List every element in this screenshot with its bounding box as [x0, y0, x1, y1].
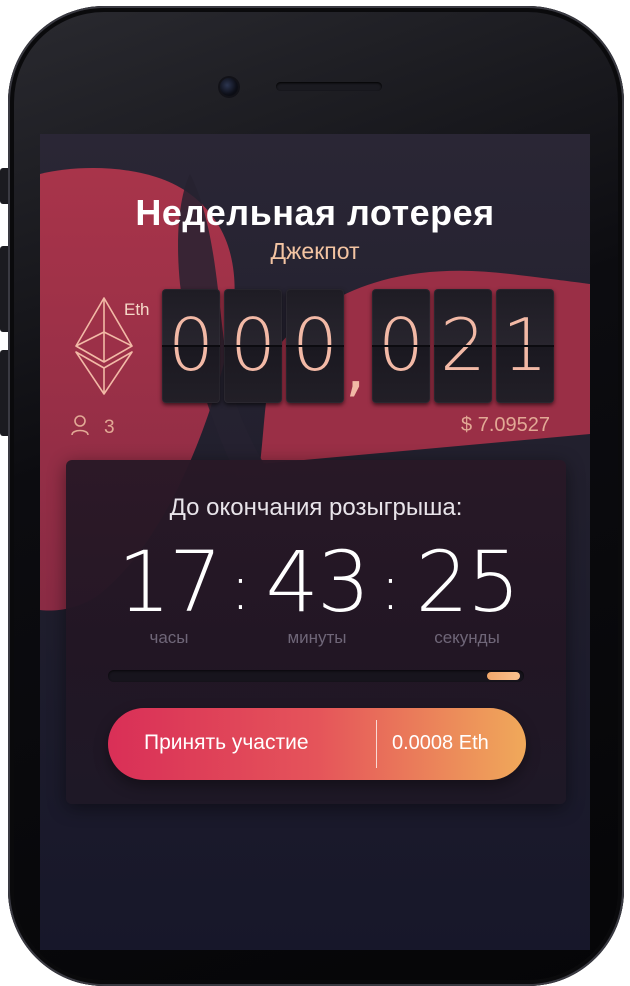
participants-value: 3	[104, 417, 115, 438]
jackpot-digit: 0	[286, 289, 344, 403]
button-divider	[376, 720, 377, 768]
jackpot-digit: 0	[372, 289, 430, 403]
currency-label: Eth	[124, 300, 150, 319]
mute-switch	[0, 168, 8, 204]
ticket-price: 0.0008 Eth	[392, 732, 489, 754]
participants-count: 3	[70, 414, 115, 439]
countdown-label: До окончания розыгрыша:	[169, 494, 463, 521]
participate-button[interactable]: Принять участие 0.0008 Eth	[108, 708, 526, 780]
minutes-unit-label: минуты	[287, 628, 347, 647]
page-title: Недельная лотерея	[135, 192, 495, 233]
time-progress-bar	[108, 670, 524, 682]
jackpot-digit: 1	[496, 289, 554, 403]
volume-up-button	[0, 246, 8, 332]
seconds-unit-label: секунды	[434, 628, 500, 647]
countdown-panel: До окончания розыгрыша: 17 : 43 : 25 час…	[66, 460, 566, 804]
jackpot-digit: 2	[434, 289, 492, 403]
app-screen: Недельная лотерея Джекпот Eth 0 0 0 , 0 …	[40, 134, 590, 950]
time-progress-fill	[487, 672, 520, 680]
jackpot-digit: 0	[162, 289, 220, 403]
earpiece-speaker	[276, 82, 382, 91]
timer-separator: :	[230, 551, 251, 624]
user-icon	[71, 415, 89, 436]
usd-value: $ 7.09527	[461, 414, 550, 436]
hours-unit-label: часы	[149, 628, 189, 647]
timer-seconds: 25	[415, 533, 521, 631]
participate-button-label: Принять участие	[144, 731, 309, 754]
volume-down-button	[0, 350, 8, 436]
jackpot-digit: 0	[224, 289, 282, 403]
jackpot-subtitle: Джекпот	[270, 238, 360, 264]
front-camera	[220, 78, 238, 96]
decimal-separator: ,	[345, 331, 366, 405]
timer-separator: :	[380, 551, 401, 624]
timer-hours: 17	[117, 533, 223, 631]
timer-minutes: 43	[265, 533, 371, 631]
